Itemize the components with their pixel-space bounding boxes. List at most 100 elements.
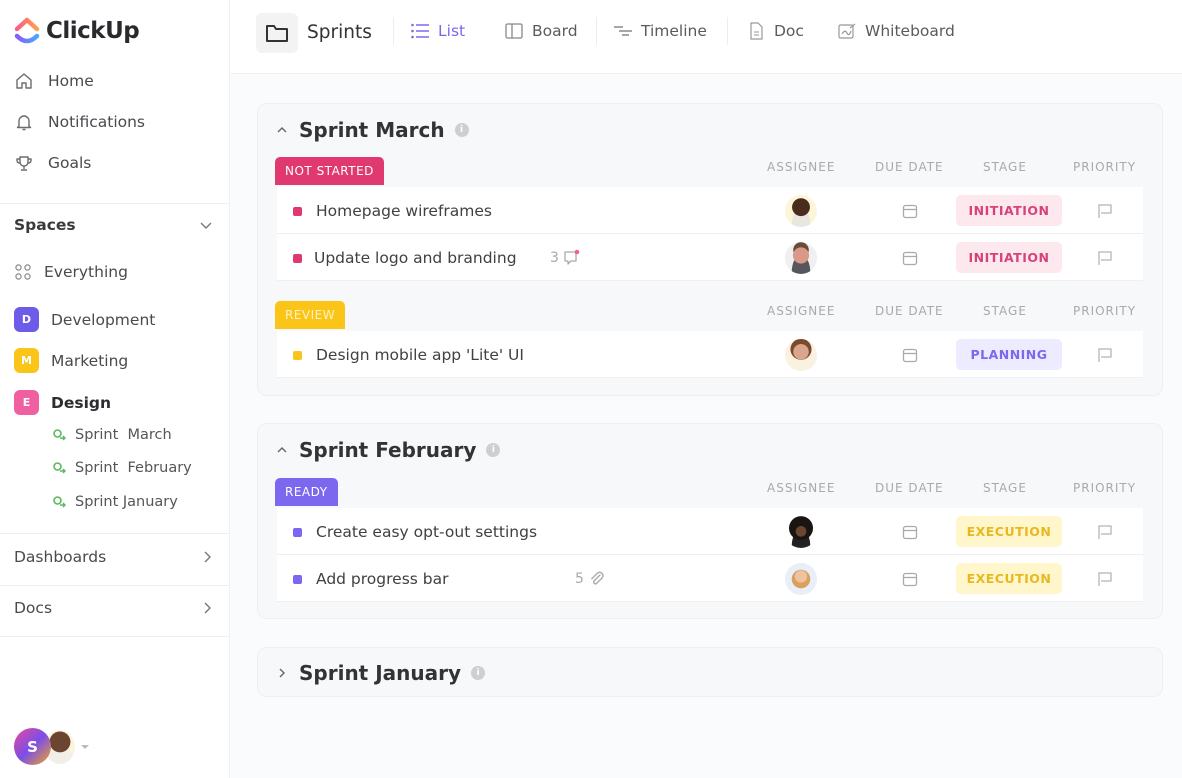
space-label: Marketing	[51, 351, 129, 370]
trophy-icon	[16, 156, 32, 171]
chevron-down-icon[interactable]	[198, 217, 214, 233]
sprint-card-january[interactable]: Sprint January i	[257, 647, 1163, 697]
flag-icon[interactable]	[1096, 202, 1114, 220]
info-icon[interactable]: i	[454, 123, 469, 137]
tab-whiteboard[interactable]: Whiteboard	[837, 22, 955, 40]
space-label: Design	[51, 393, 112, 412]
sprint-icon	[53, 462, 66, 474]
whiteboard-icon	[838, 23, 856, 39]
flag-icon[interactable]	[1096, 346, 1114, 364]
divider	[727, 17, 728, 45]
col-priority: PRIORITY	[1073, 160, 1137, 174]
assignee-avatar[interactable]	[785, 242, 817, 274]
tab-label: Board	[532, 22, 578, 40]
stage-badge[interactable]: EXECUTION	[956, 516, 1062, 547]
task-row[interactable]: Create easy opt-out settings EXECUTION	[277, 508, 1143, 555]
stage-badge[interactable]: INITIATION	[956, 195, 1062, 226]
attachment-count[interactable]: 5	[575, 570, 605, 587]
task-name[interactable]: Homepage wireframes	[316, 202, 492, 220]
flag-icon[interactable]	[1096, 570, 1114, 588]
sidebar-item-goals[interactable]: Goals	[14, 153, 91, 173]
col-stage: STAGE	[983, 481, 1027, 495]
status-pill-review[interactable]: REVIEW	[275, 301, 346, 329]
divider	[0, 585, 230, 586]
status-pill-not-started[interactable]: NOT STARTED	[275, 157, 384, 185]
status-pill-ready[interactable]: READY	[275, 478, 338, 506]
sidebar-item-docs[interactable]: Docs	[14, 599, 214, 617]
col-due-date: DUE DATE	[875, 304, 944, 318]
sprint-card-march: Sprint March i NOT STARTED ASSIGNEE DUE …	[257, 103, 1163, 396]
attachment-count-value: 5	[575, 570, 584, 587]
tab-label: Timeline	[641, 22, 707, 40]
info-icon[interactable]: i	[471, 666, 486, 680]
status-square	[293, 254, 302, 263]
spaces-header[interactable]: Spaces	[14, 216, 214, 234]
folder-button[interactable]	[256, 13, 298, 53]
task-name[interactable]: Add progress bar	[316, 570, 448, 588]
tab-list[interactable]: List	[410, 22, 465, 40]
sprint-link-label: Sprint January	[75, 494, 178, 510]
chevron-up-icon[interactable]	[275, 443, 289, 457]
flag-icon[interactable]	[1096, 249, 1114, 267]
col-assignee: ASSIGNEE	[767, 160, 836, 174]
status-square	[293, 351, 302, 360]
bell-icon	[16, 115, 32, 131]
task-row[interactable]: Update logo and branding 3 INITIATION	[277, 234, 1143, 281]
sprint-header[interactable]: Sprint March i	[275, 118, 469, 142]
assignee-avatar[interactable]	[785, 195, 817, 227]
tab-timeline[interactable]: Timeline	[613, 22, 707, 40]
task-row[interactable]: Add progress bar 5 EXECUTION	[277, 555, 1143, 602]
space-development[interactable]: D Development	[14, 307, 155, 332]
sidebar-sprint-february[interactable]: Sprint February	[52, 460, 192, 476]
calendar-icon[interactable]	[901, 202, 919, 220]
assignee-avatar[interactable]	[785, 516, 817, 548]
sidebar-item-everything[interactable]: Everything	[14, 263, 128, 281]
task-name[interactable]: Update logo and branding	[314, 249, 517, 267]
brand-name: ClickUp	[46, 18, 140, 44]
divider	[0, 533, 230, 534]
comment-count-value: 3	[550, 249, 559, 266]
sidebar-sprint-march[interactable]: Sprint March	[52, 427, 172, 443]
stage-badge[interactable]: EXECUTION	[956, 563, 1062, 594]
space-design[interactable]: E Design	[14, 390, 111, 415]
chevron-right-icon[interactable]	[275, 666, 289, 680]
clickup-logo[interactable]: ClickUp	[14, 16, 140, 46]
col-stage: STAGE	[983, 304, 1027, 318]
stage-badge[interactable]: INITIATION	[956, 242, 1062, 273]
status-square	[293, 575, 302, 584]
sprint-header[interactable]: Sprint February i	[275, 438, 501, 462]
comment-count[interactable]: 3	[550, 249, 580, 266]
sidebar: ClickUp Home Notifications Goals Spaces …	[0, 0, 230, 778]
sidebar-item-dashboards[interactable]: Dashboards	[14, 548, 214, 566]
sidebar-item-notifications[interactable]: Notifications	[14, 112, 145, 132]
calendar-icon[interactable]	[901, 346, 919, 364]
assignee-avatar[interactable]	[785, 339, 817, 371]
task-row[interactable]: Design mobile app 'Lite' UI PLANNING	[277, 331, 1143, 378]
tab-doc[interactable]: Doc	[746, 22, 804, 40]
docs-label: Docs	[14, 599, 53, 617]
tab-board[interactable]: Board	[504, 22, 578, 40]
task-name[interactable]: Create easy opt-out settings	[316, 523, 537, 541]
assignee-avatar[interactable]	[785, 563, 817, 595]
task-row[interactable]: Homepage wireframes INITIATION	[277, 187, 1143, 234]
calendar-icon[interactable]	[901, 523, 919, 541]
sidebar-item-home[interactable]: Home	[14, 71, 94, 91]
status-square	[293, 528, 302, 537]
calendar-icon[interactable]	[901, 249, 919, 267]
sprint-header[interactable]: Sprint January i	[275, 661, 486, 685]
spaces-label: Spaces	[14, 216, 76, 234]
sidebar-sprint-january[interactable]: Sprint January	[52, 494, 178, 510]
sprint-name: Sprint March	[299, 118, 445, 142]
chevron-up-icon[interactable]	[275, 123, 289, 137]
space-marketing[interactable]: M Marketing	[14, 348, 128, 373]
flag-icon[interactable]	[1096, 523, 1114, 541]
col-stage: STAGE	[983, 160, 1027, 174]
sprint-icon	[53, 496, 66, 508]
user-menu[interactable]: S	[14, 728, 89, 765]
stage-badge[interactable]: PLANNING	[956, 339, 1062, 370]
calendar-icon[interactable]	[901, 570, 919, 588]
status-square	[293, 207, 302, 216]
caret-down-icon	[81, 744, 89, 749]
task-name[interactable]: Design mobile app 'Lite' UI	[316, 346, 524, 364]
info-icon[interactable]: i	[486, 443, 501, 457]
